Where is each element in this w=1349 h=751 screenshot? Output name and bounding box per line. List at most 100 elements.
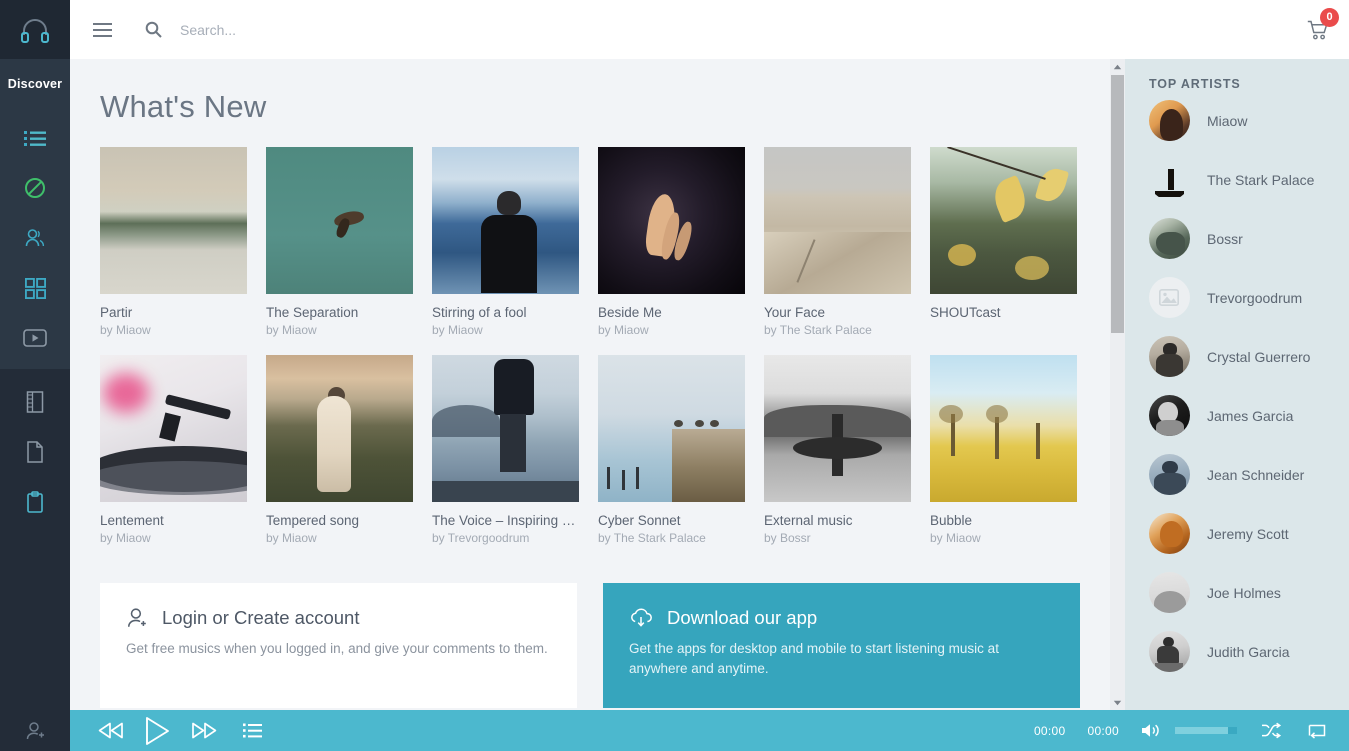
album-artist: by Miaow <box>598 323 649 337</box>
album-title: External music <box>764 513 853 528</box>
app-logo[interactable] <box>0 0 70 59</box>
list-icon <box>24 129 46 147</box>
album-artwork[interactable] <box>100 147 247 294</box>
avatar <box>1149 218 1190 259</box>
avatar <box>1149 631 1190 672</box>
sidebar-item-file[interactable] <box>0 427 70 477</box>
album-artist: by Bossr <box>764 531 811 545</box>
album-artwork[interactable] <box>432 355 579 502</box>
sidebar-item-notebook[interactable] <box>0 377 70 427</box>
hamburger-menu-button[interactable] <box>86 14 118 46</box>
rail-group-primary <box>0 109 70 369</box>
file-icon <box>26 441 44 463</box>
album-card[interactable]: The Voice – Inspiring &… by Trevorgoodrum <box>432 355 579 545</box>
scroll-up-button[interactable] <box>1110 59 1125 74</box>
sidebar-item-discover[interactable]: Discover <box>0 59 70 109</box>
player-right-controls: 00:00 00:00 <box>1034 722 1327 739</box>
volume-button[interactable] <box>1141 722 1161 739</box>
album-card[interactable]: Cyber Sonnet by The Stark Palace <box>598 355 745 545</box>
volume-icon <box>1141 722 1161 739</box>
album-artwork[interactable] <box>100 355 247 502</box>
no-entry-icon <box>24 177 46 199</box>
album-artwork[interactable] <box>764 147 911 294</box>
next-track-button[interactable] <box>191 722 217 739</box>
sidebar-item-grid[interactable] <box>0 263 70 313</box>
search-input[interactable] <box>180 21 600 38</box>
top-artists-list: Miaow The Stark Palace Bossr Trevorgoodrum C… <box>1125 91 1349 681</box>
artist-list-item[interactable]: Jeremy Scott <box>1125 504 1349 563</box>
avatar <box>1149 277 1190 318</box>
album-artwork[interactable] <box>598 355 745 502</box>
album-artist: by Miaow <box>100 323 151 337</box>
user-group-icon <box>24 227 46 249</box>
avatar <box>1149 572 1190 613</box>
album-title: The Separation <box>266 305 359 320</box>
album-title: Lentement <box>100 513 164 528</box>
album-card[interactable]: Your Face by The Stark Palace <box>764 147 911 337</box>
album-artwork[interactable] <box>930 355 1077 502</box>
album-artwork[interactable] <box>930 147 1077 294</box>
sidebar-item-account[interactable] <box>0 710 70 751</box>
sidebar-item-artists[interactable] <box>0 213 70 263</box>
previous-track-button[interactable] <box>98 722 124 739</box>
app-promo-body: Get the apps for desktop and mobile to s… <box>629 641 999 676</box>
repeat-button[interactable] <box>1307 722 1327 739</box>
shuffle-button[interactable] <box>1261 722 1281 739</box>
artist-list-item[interactable]: Miaow <box>1125 91 1349 150</box>
avatar <box>1149 395 1190 436</box>
download-app-promo-card[interactable]: Download our app Get the apps for deskto… <box>603 583 1080 709</box>
volume-knob[interactable] <box>1228 727 1237 734</box>
album-artwork[interactable] <box>598 147 745 294</box>
playlist-icon <box>243 723 262 738</box>
album-artwork[interactable] <box>266 147 413 294</box>
artist-name: Crystal Guerrero <box>1207 348 1311 365</box>
album-artwork[interactable] <box>764 355 911 502</box>
album-card[interactable]: Partir by Miaow <box>100 147 247 337</box>
artist-list-item[interactable]: Judith Garcia <box>1125 622 1349 681</box>
album-title: The Voice – Inspiring &… <box>432 513 579 528</box>
rewind-icon <box>98 722 124 739</box>
album-artist: by Miaow <box>266 323 317 337</box>
search-button[interactable] <box>140 17 166 43</box>
album-artist: by Miaow <box>266 531 317 545</box>
volume-slider[interactable] <box>1175 727 1237 734</box>
sidebar-item-blocked[interactable] <box>0 163 70 213</box>
album-card[interactable]: Lentement by Miaow <box>100 355 247 545</box>
new-releases-grid: Partir by Miaow The Separation by Miaow Stir… <box>100 147 1110 545</box>
album-artwork[interactable] <box>432 147 579 294</box>
album-card[interactable]: Bubble by Miaow <box>930 355 1077 545</box>
album-card[interactable]: Beside Me by Miaow <box>598 147 745 337</box>
sidebar-item-list[interactable] <box>0 113 70 163</box>
page-title: What's New <box>100 89 267 124</box>
album-card[interactable]: Stirring of a fool by Miaow <box>432 147 579 337</box>
promo-row: Login or Create account Get free musics … <box>100 583 1110 709</box>
headphones-icon <box>20 16 50 44</box>
cart-count-badge: 0 <box>1320 7 1339 27</box>
play-button[interactable] <box>144 716 171 746</box>
sidebar-item-clipboard[interactable] <box>0 477 70 527</box>
avatar <box>1149 513 1190 554</box>
album-card[interactable]: External music by Bossr <box>764 355 911 545</box>
artist-list-item[interactable]: Bossr <box>1125 209 1349 268</box>
album-title: Cyber Sonnet <box>598 513 681 528</box>
artist-list-item[interactable]: The Stark Palace <box>1125 150 1349 209</box>
artist-list-item[interactable]: Joe Holmes <box>1125 563 1349 622</box>
scrollbar-thumb[interactable] <box>1111 75 1124 333</box>
album-artist: by Miaow <box>930 531 981 545</box>
artist-list-item[interactable]: Jean Schneider <box>1125 445 1349 504</box>
playlist-button[interactable] <box>243 723 262 738</box>
artist-list-item[interactable]: Crystal Guerrero <box>1125 327 1349 386</box>
cart-button[interactable]: 0 <box>1301 7 1339 47</box>
main-scrollbar[interactable] <box>1110 59 1125 710</box>
sidebar-item-video[interactable] <box>0 313 70 363</box>
album-artist: by Miaow <box>432 323 483 337</box>
artist-list-item[interactable]: Trevorgoodrum <box>1125 268 1349 327</box>
artist-list-item[interactable]: James Garcia <box>1125 386 1349 445</box>
album-card[interactable]: SHOUTcast <box>930 147 1077 337</box>
fast-forward-icon <box>191 722 217 739</box>
album-card[interactable]: The Separation by Miaow <box>266 147 413 337</box>
scroll-down-button[interactable] <box>1110 695 1125 710</box>
album-artwork[interactable] <box>266 355 413 502</box>
album-card[interactable]: Tempered song by Miaow <box>266 355 413 545</box>
login-promo-card[interactable]: Login or Create account Get free musics … <box>100 583 577 709</box>
